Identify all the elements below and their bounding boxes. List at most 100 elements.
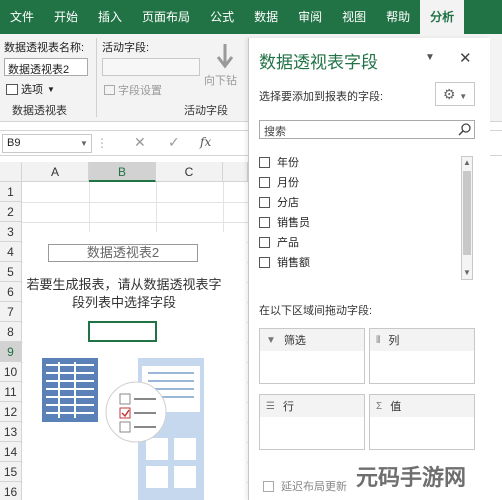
- selected-cell[interactable]: [88, 321, 157, 342]
- columns-label: 列: [388, 335, 400, 347]
- options-button[interactable]: 选项 ▼: [6, 81, 55, 97]
- row-header[interactable]: 11: [0, 382, 22, 402]
- field-label: 销售额: [277, 257, 310, 269]
- tab-home[interactable]: 开始: [44, 0, 88, 34]
- field-item[interactable]: 销售员: [259, 214, 310, 230]
- scroll-up-icon[interactable]: ▲: [463, 158, 471, 168]
- field-item[interactable]: 分店: [259, 194, 299, 210]
- checkbox[interactable]: [259, 256, 270, 268]
- field-item[interactable]: 产品: [259, 234, 299, 250]
- field-search-input[interactable]: 搜索: [259, 120, 475, 139]
- options-icon: [6, 83, 18, 95]
- columns-area[interactable]: ⦀ 列: [369, 328, 475, 384]
- defer-update-label: 延迟布局更新: [281, 481, 347, 493]
- columns-icon: ⦀: [376, 334, 381, 346]
- tab-page-layout[interactable]: 页面布局: [132, 0, 200, 34]
- enter-icon[interactable]: ✓: [168, 134, 180, 151]
- drill-down-icon[interactable]: [214, 42, 236, 72]
- drill-down-label: 向下钻: [204, 75, 237, 87]
- active-field-input[interactable]: [102, 58, 200, 76]
- tab-data[interactable]: 数据: [244, 0, 288, 34]
- field-settings-button[interactable]: 字段设置: [104, 82, 162, 98]
- pivottable-name-label: 数据透视表名称:: [4, 42, 85, 54]
- field-item[interactable]: 销售额: [259, 254, 310, 270]
- row-header[interactable]: 10: [0, 362, 22, 382]
- namebox-chevron-icon[interactable]: ▼: [80, 139, 88, 148]
- field-label: 分店: [277, 197, 299, 209]
- row-header[interactable]: 3: [0, 222, 22, 242]
- row-header[interactable]: 13: [0, 422, 22, 442]
- checkbox[interactable]: [263, 480, 274, 492]
- field-list: 年份 月份 分店 销售员 产品 销售额: [259, 150, 475, 282]
- filters-area-header: ▼ 筛选: [260, 329, 364, 351]
- pivottable-group-label: 数据透视表: [12, 105, 67, 117]
- select-all-corner[interactable]: [0, 162, 22, 182]
- pivot-placeholder-title: 数据透视表2: [48, 244, 198, 262]
- close-icon[interactable]: ✕: [459, 49, 472, 67]
- pivottable-fields-pane: 数据透视表字段 ▼ ✕ 选择要添加到报表的字段: ⚙ ▼ 搜索 年份 月份 分店…: [248, 38, 490, 500]
- row-header[interactable]: 4: [0, 242, 22, 262]
- row-header[interactable]: 12: [0, 402, 22, 422]
- column-header[interactable]: [223, 162, 248, 182]
- pane-options-chevron-icon[interactable]: ▼: [425, 52, 435, 63]
- field-label: 月份: [277, 177, 299, 189]
- tab-help[interactable]: 帮助: [376, 0, 420, 34]
- tab-file[interactable]: 文件: [0, 0, 44, 34]
- row-header[interactable]: 16: [0, 482, 22, 500]
- values-area[interactable]: Σ值: [369, 394, 475, 450]
- column-header[interactable]: C: [156, 162, 223, 182]
- row-header[interactable]: 6: [0, 282, 22, 302]
- row-header[interactable]: 7: [0, 302, 22, 322]
- rows-area-header: ☰ 行: [260, 395, 364, 417]
- row-header[interactable]: 8: [0, 322, 22, 342]
- row-header[interactable]: 2: [0, 202, 22, 222]
- field-label: 产品: [277, 237, 299, 249]
- checkbox[interactable]: [259, 176, 270, 188]
- gear-icon[interactable]: ⚙ ▼: [435, 82, 475, 106]
- checkbox[interactable]: [259, 196, 270, 208]
- active-field-group-label: 活动字段: [184, 105, 228, 117]
- scrollbar-thumb[interactable]: [463, 171, 471, 255]
- field-label: 销售员: [277, 217, 310, 229]
- search-icon: [457, 122, 473, 136]
- field-settings-icon: [104, 85, 115, 95]
- cancel-icon[interactable]: ✕: [134, 134, 146, 151]
- name-box[interactable]: B9: [2, 134, 92, 153]
- tab-view[interactable]: 视图: [332, 0, 376, 34]
- column-header-selected[interactable]: B: [89, 162, 156, 182]
- defer-update-checkbox[interactable]: 延迟布局更新: [263, 478, 347, 494]
- scroll-down-icon[interactable]: ▼: [463, 268, 471, 278]
- tab-analyze[interactable]: 分析: [420, 0, 465, 34]
- pivottable-name-input[interactable]: 数据透视表2: [4, 58, 88, 76]
- chevron-down-icon: ▼: [47, 84, 55, 94]
- checkbox[interactable]: [259, 236, 270, 248]
- sigma-icon: Σ: [376, 400, 383, 412]
- tab-insert[interactable]: 插入: [88, 0, 132, 34]
- options-label: 选项: [21, 84, 43, 96]
- checkbox[interactable]: [259, 156, 270, 168]
- row-header[interactable]: 14: [0, 442, 22, 462]
- active-field-label: 活动字段:: [102, 42, 150, 54]
- field-item[interactable]: 年份: [259, 154, 299, 170]
- row-header-selected[interactable]: 9: [0, 342, 22, 362]
- field-settings-label: 字段设置: [118, 85, 162, 97]
- tab-review[interactable]: 审阅: [288, 0, 332, 34]
- drag-hint: 在以下区域间拖动字段:: [259, 305, 373, 317]
- row-header[interactable]: 1: [0, 182, 22, 202]
- insert-function-button[interactable]: fx: [200, 135, 211, 149]
- field-list-scrollbar[interactable]: ▲ ▼: [461, 156, 473, 280]
- checkbox[interactable]: [259, 216, 270, 228]
- pivot-placeholder-message: 若要生成报表，请从数据透视表字段列表中选择字段: [26, 276, 222, 312]
- row-header[interactable]: 5: [0, 262, 22, 282]
- values-area-header: Σ值: [370, 395, 474, 417]
- rows-area[interactable]: ☰ 行: [259, 394, 365, 450]
- filters-area[interactable]: ▼ 筛选: [259, 328, 365, 384]
- field-item[interactable]: 月份: [259, 174, 299, 190]
- tab-formulas[interactable]: 公式: [200, 0, 244, 34]
- filters-label: 筛选: [283, 335, 306, 347]
- row-header[interactable]: 15: [0, 462, 22, 482]
- column-header[interactable]: A: [22, 162, 89, 182]
- rows-label: 行: [282, 401, 294, 413]
- columns-area-header: ⦀ 列: [370, 329, 474, 351]
- filter-icon: ▼: [266, 334, 276, 346]
